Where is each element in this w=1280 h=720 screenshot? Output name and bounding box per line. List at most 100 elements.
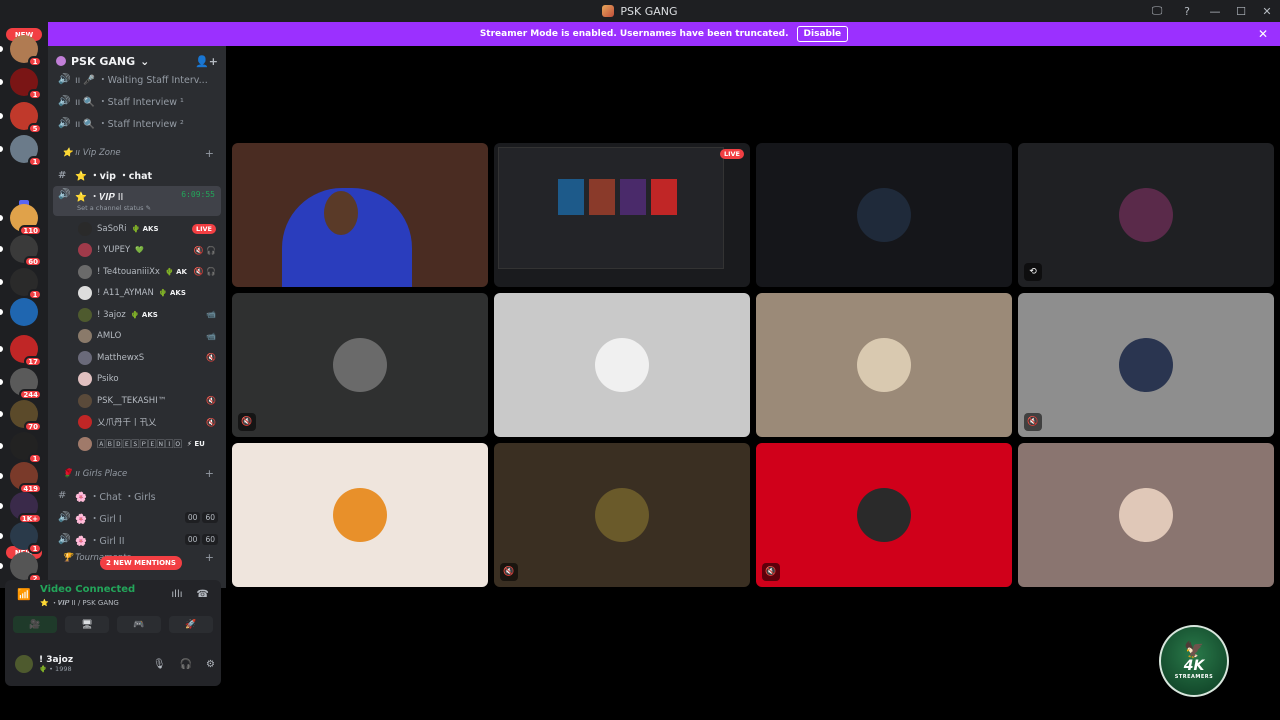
voice-user[interactable]: ! A11_AYMAN 🌵 AKS [48,283,226,305]
server-icon[interactable]: 2 [0,552,42,584]
add-channel-icon[interactable]: + [205,147,214,160]
channel-status[interactable]: Set a channel status ✎ [77,204,151,212]
avatar[interactable] [15,655,33,673]
user-status: 🌵 • 1998 [39,665,72,673]
voice-channel-girl-1[interactable]: 🔊 🌸 ・Girl I 00 60 [48,507,226,529]
camera-tile[interactable] [232,143,488,287]
voice-user[interactable]: Psiko [48,369,226,391]
user-area: ! 3ajoz 🌵 • 1998 🎙 🎧 ⚙ [15,650,215,678]
participant-avatar [857,188,911,242]
server-icon[interactable]: 17 [0,335,42,367]
mention-badge: 1 [28,56,42,67]
server-icon[interactable] [0,298,38,326]
screen-share-button[interactable]: 🖥 [65,616,109,633]
disconnect-icon[interactable]: ☎ [197,589,209,600]
participant-tile[interactable]: 🔇 [756,443,1012,587]
voice-user[interactable]: ! 3ajoz 🌵 AKS 📹 [48,304,226,326]
voice-channel-girl-2[interactable]: 🔊 🌸 ・Girl II 00 60 [48,529,226,551]
server-icon[interactable]: 60 [0,235,42,267]
disable-button[interactable]: Disable [796,26,849,42]
hashtag-icon: # [58,490,67,501]
avatar [78,286,92,301]
server-icon[interactable]: 1 [0,268,42,300]
voice-status-channel[interactable]: ⭐ ・𝑽𝑰𝑷 II / PSK GANG [40,598,119,608]
category-vip-zone[interactable]: ⭐ ıı Vip Zone + [48,142,226,164]
server-icon[interactable]: 1K+ [0,492,42,524]
soundboard-button[interactable]: 🚀 [169,616,213,633]
avatar [78,393,92,408]
participant-tile[interactable]: 🔇 [1018,293,1274,437]
headphones-icon[interactable]: 🎧 [180,659,192,670]
speaker-icon: 🔊 [58,189,71,200]
user-info[interactable]: ! 3ajoz 🌵 • 1998 [39,655,73,673]
server-icon[interactable]: 110 [0,204,42,236]
activity-button[interactable]: 🎮 [117,616,161,633]
server-icon[interactable]: 5 [0,102,42,134]
voice-user[interactable]: ! YUPEY 💚 🔇 🎧 [48,240,226,262]
voice-channel[interactable]: 🔊 ıı 🎤 ・Waiting Staff Interv... [48,68,226,90]
gear-icon[interactable]: ⚙ [206,659,215,670]
close-button[interactable]: ✕ [1254,0,1280,22]
voice-status-title[interactable]: Video Connected [40,584,135,595]
participant-avatar [1119,188,1173,242]
participant-tile[interactable]: ⟲ [1018,143,1274,287]
add-channel-icon[interactable]: + [205,551,214,564]
avatar [78,307,92,322]
banner-close-icon[interactable]: ✕ [1258,27,1268,41]
voice-user-name: 🄰🄱🄳🄴🅂🄿🄴🄽🄸🄾 [97,439,183,450]
signal-icon[interactable]: 📶 [17,588,31,601]
active-voice-channel[interactable]: 🔊 ⭐ ・𝑽𝑰𝑷 II 6:09:55 Set a channel status… [53,186,221,216]
voice-user-list: SaSoRi 🌵 AKS LIVE! YUPEY 💚 🔇 🎧! Te4touaniiiX… [48,218,226,455]
server-icon[interactable]: 1 [0,68,42,100]
maximize-button[interactable]: ☐ [1228,0,1254,22]
voice-user[interactable]: MatthewxS 🔇 [48,347,226,369]
screen-share-tile[interactable]: LIVE [494,143,750,287]
unread-indicator [0,346,3,352]
participant-tile[interactable]: 🔇 [232,293,488,437]
camera-button[interactable]: 🎥 [13,616,57,633]
add-member-icon[interactable]: 👤+ [195,55,218,68]
add-channel-icon[interactable]: + [205,467,214,480]
window-controls: 🖵 ? — ☐ ✕ [1142,0,1280,22]
participant-tile[interactable]: 🔇 [494,443,750,587]
noise-suppression-icon[interactable]: ıllı [171,589,182,600]
server-icon[interactable]: 244 [0,368,42,400]
category-girls-place[interactable]: 🌹 ıı Girls Place + [48,463,226,485]
inbox-icon[interactable]: 🖵 [1142,0,1172,22]
microphone-icon[interactable]: 🎙 [153,659,166,670]
streamers-logo: 🦅 4K STREAMERS [1159,625,1229,697]
help-icon[interactable]: ? [1172,0,1202,22]
participant-tile[interactable] [494,293,750,437]
minimize-button[interactable]: — [1202,0,1228,22]
voice-user[interactable]: PSK__TEKASHI™ 🔇 [48,390,226,412]
text-channel-chat-girls[interactable]: # 🌸 ・Chat ・Girls [48,485,226,507]
voice-user[interactable]: SaSoRi 🌵 AKS LIVE [48,218,226,240]
server-icon[interactable]: 1 [0,432,42,464]
participant-tile[interactable] [756,143,1012,287]
server-icon[interactable]: 1 [0,35,42,67]
voice-user[interactable]: ! Te4touaniiiXx 🌵 AK 🔇 🎧 [48,261,226,283]
muted-icon: 🔇 [500,563,518,581]
channel-sidebar: PSK GANG ⌄ 👤+ 🔊 ıı 🎤 ・Waiting Staff Inter… [48,46,226,588]
voice-user[interactable]: 乂爪丹千丨卂乂 🔇 [48,412,226,434]
server-icon[interactable]: 70 [0,400,42,432]
participant-tile[interactable] [756,293,1012,437]
participant-tile[interactable] [232,443,488,587]
server-icon[interactable]: 1 [0,522,42,554]
voice-user-status: 🔇 🎧 [193,267,216,277]
text-channel-vip-chat[interactable]: # ⭐ ・vip ・chat [48,164,226,186]
participant-avatar [1119,338,1173,392]
user-count: 00 [184,534,201,545]
user-tag: 🌵 AKS [130,310,158,319]
server-icon[interactable]: 1 [0,135,42,167]
channel-name: ıı 🎤 ・Waiting Staff Interv... [75,75,208,86]
new-mentions-pill[interactable]: 2 NEW MENTIONS [100,556,182,570]
voice-channel[interactable]: 🔊 ıı 🔍 ・Staff Interview ¹ [48,90,226,112]
voice-user-name: AMLO [97,331,122,342]
voice-channel[interactable]: 🔊 ıı 🔍 ・Staff Interview ² [48,112,226,134]
participant-tile[interactable] [1018,443,1274,587]
voice-user[interactable]: AMLO 📹 [48,326,226,348]
unread-indicator [0,46,3,52]
server-icon[interactable]: 419 [0,462,42,494]
voice-user[interactable]: 🄰🄱🄳🄴🅂🄿🄴🄽🄸🄾 ⚡ EU [48,433,226,455]
